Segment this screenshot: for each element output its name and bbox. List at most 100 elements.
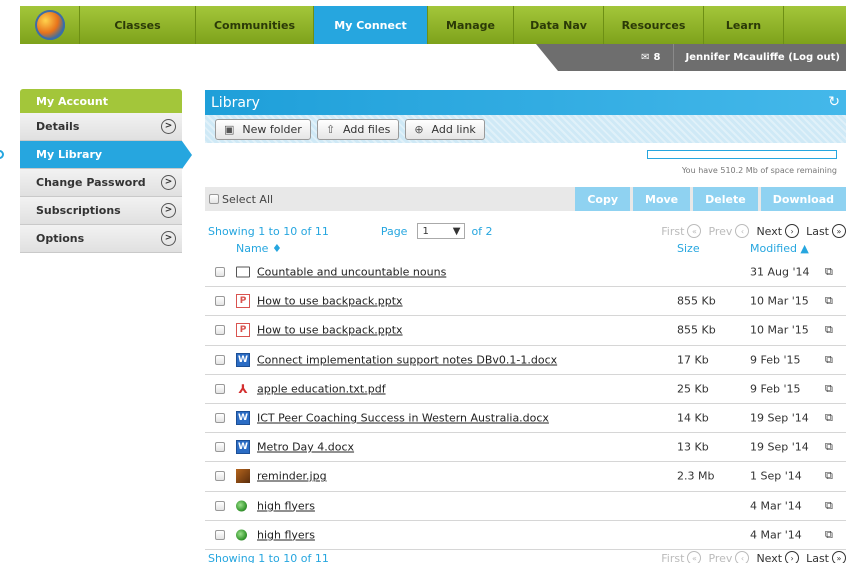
row-checkbox[interactable] [215,325,225,336]
column-name[interactable]: Name ♦ [236,242,282,255]
table-row[interactable]: W ICT Peer Coaching Success in Western Au… [205,404,846,434]
open-external-icon[interactable]: ⧉ [825,353,833,367]
file-name-link[interactable]: Connect implementation support notes DBv… [257,353,557,366]
row-checkbox[interactable] [215,500,225,511]
edge-indicator [0,150,4,159]
refresh-icon[interactable]: ↻ [828,94,840,110]
download-button[interactable]: Download [760,187,846,211]
table-row[interactable]: reminder.jpg 2.3 Mb 1 Sep '14 ⧉ [205,462,846,492]
column-modified[interactable]: Modified ▲ [750,242,809,255]
open-external-icon[interactable]: ⧉ [825,265,833,279]
table-row[interactable]: Countable and uncountable nouns 31 Aug '1… [205,258,846,288]
open-external-icon[interactable]: ⧉ [825,382,833,396]
row-checkbox[interactable] [215,413,225,424]
sidebar-item-label: Options [36,232,85,245]
row-checkbox[interactable] [215,471,225,482]
prev-link[interactable]: Prev [708,552,732,563]
row-checkbox[interactable] [215,442,225,453]
open-external-icon[interactable]: ⧉ [825,469,833,483]
column-size[interactable]: Size [677,242,700,255]
table-row[interactable]: P How to use backpack.pptx 855 Kb 10 Mar '1… [205,316,846,346]
nav-tab-communities[interactable]: Communities [196,6,314,44]
table-row[interactable]: ⅄ apple education.txt.pdf 25 Kb 9 Feb '15 ⧉ [205,375,846,404]
nav-tab-manage[interactable]: Manage [428,6,514,44]
page-select[interactable]: 1 ▼ [417,223,466,239]
first-icon: « [687,224,702,238]
sidebar-item-change-password[interactable]: Change Password > [20,169,182,197]
file-size: 855 Kb [677,323,716,337]
prev-link[interactable]: Prev [708,225,732,238]
app-logo[interactable] [20,6,80,44]
library-title-bar: Library ↻ [205,90,846,115]
table-row[interactable]: P How to use backpack.pptx 855 Kb 10 Mar '1… [205,287,846,317]
first-link[interactable]: First [661,225,684,238]
ppt-icon: P [236,294,250,309]
file-name-link[interactable]: ICT Peer Coaching Success in Western Aus… [257,412,549,425]
pdf-icon: ⅄ [238,381,248,396]
nav-tab-classes[interactable]: Classes [80,6,196,44]
nav-tab-my-connect[interactable]: My Connect [314,6,428,44]
open-external-icon[interactable]: ⧉ [825,440,833,454]
sidebar-item-subscriptions[interactable]: Subscriptions > [20,197,182,225]
messages-link[interactable]: ✉ 8 [629,44,674,71]
add-files-button[interactable]: ⇧ Add files [316,118,400,140]
file-modified: 31 Aug '14 [750,265,810,279]
last-link[interactable]: Last [806,225,829,238]
web-link-icon [236,500,247,512]
user-logout-link[interactable]: Jennifer Mcauliffe (Log out) [674,52,846,63]
copy-button[interactable]: Copy [575,187,630,211]
next-link[interactable]: Next [756,552,782,563]
open-external-icon[interactable]: ⧉ [825,323,833,337]
open-external-icon[interactable]: ⧉ [825,499,833,513]
table-row[interactable]: high flyers 4 Mar '14 ⧉ [205,492,846,521]
row-checkbox[interactable] [215,354,225,365]
select-all-checkbox[interactable]: Select All [209,193,273,206]
file-name-link[interactable]: Metro Day 4.docx [257,441,354,454]
file-name-link[interactable]: How to use backpack.pptx [257,324,403,337]
file-name-link[interactable]: How to use backpack.pptx [257,295,403,308]
first-link[interactable]: First [661,552,684,563]
sidebar-item-my-library[interactable]: My Library [20,141,192,169]
folder-icon [236,266,250,278]
file-name-link[interactable]: high flyers [257,499,315,512]
folder-icon: ▣ [224,122,235,136]
file-name-link[interactable]: reminder.jpg [257,470,327,483]
open-external-icon[interactable]: ⧉ [825,411,833,425]
table-row[interactable]: high flyers 4 Mar '14 ⧉ [205,521,846,550]
checkbox[interactable] [209,194,219,204]
last-link[interactable]: Last [806,552,829,563]
nav-tab-resources[interactable]: Resources [604,6,704,44]
next-icon[interactable]: › [785,224,800,238]
open-external-icon[interactable]: ⧉ [825,294,833,308]
sidebar-item-details[interactable]: Details > [20,113,182,141]
chevron-right-icon: > [161,231,176,246]
ppt-icon: P [236,323,250,338]
table-row[interactable]: W Metro Day 4.docx 13 Kb 19 Sep '14 ⧉ [205,433,846,463]
row-checkbox[interactable] [215,383,225,394]
file-modified: 19 Sep '14 [750,440,809,454]
row-checkbox[interactable] [215,267,225,278]
nav-tab-data-nav[interactable]: Data Nav [514,6,604,44]
file-name-link[interactable]: Countable and uncountable nouns [257,266,446,279]
add-link-button[interactable]: ⊕ Add link [405,118,485,140]
delete-button[interactable]: Delete [693,187,758,211]
last-icon[interactable]: » [832,551,846,563]
sidebar: My Account Details > My Library Change P… [20,89,192,253]
row-checkbox[interactable] [215,529,225,540]
next-icon[interactable]: › [785,551,800,563]
row-checkbox[interactable] [215,296,225,307]
file-modified: 19 Sep '14 [750,411,809,425]
move-button[interactable]: Move [633,187,691,211]
next-link[interactable]: Next [756,225,782,238]
nav-tab-learn[interactable]: Learn [704,6,784,44]
file-name-link[interactable]: apple education.txt.pdf [257,382,386,395]
prev-icon: ‹ [735,551,750,563]
table-row[interactable]: W Connect implementation support notes DB… [205,346,846,375]
file-modified: 4 Mar '14 [750,528,802,542]
last-icon[interactable]: » [832,224,846,238]
new-folder-button[interactable]: ▣ New folder [215,118,311,140]
sidebar-item-options[interactable]: Options > [20,225,182,253]
open-external-icon[interactable]: ⧉ [825,528,833,542]
sidebar-item-label: Details [36,120,80,133]
file-name-link[interactable]: high flyers [257,528,315,541]
